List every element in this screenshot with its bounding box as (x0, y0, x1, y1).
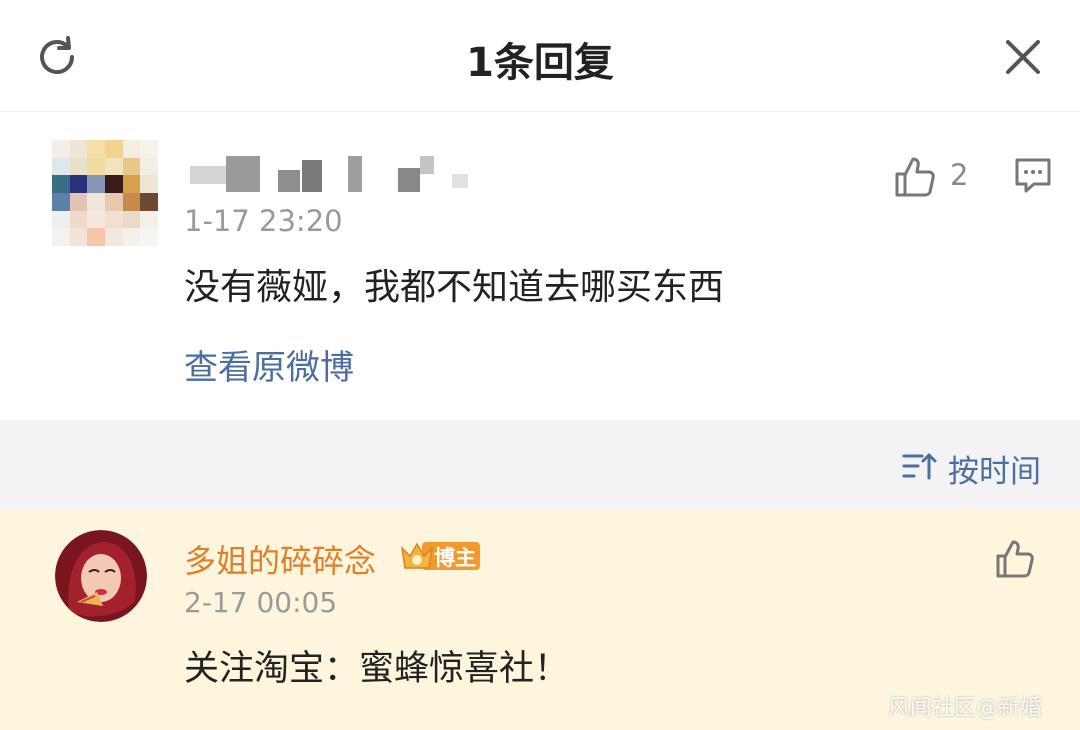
comment-timestamp: 1-17 23:20 (184, 204, 343, 238)
watermark: 风闻社区@新婚 (888, 696, 1043, 721)
comment-icon[interactable] (1012, 154, 1054, 196)
comment-text: 没有薇娅，我都不知道去哪买东西 (184, 267, 725, 308)
view-original-link[interactable]: 查看原微博 (184, 340, 354, 389)
sort-bar: 按时间 (0, 420, 1080, 510)
thumbs-up-icon[interactable] (994, 538, 1036, 580)
reply-timestamp: 2-17 00:05 (184, 586, 338, 619)
like-count: 2 (950, 158, 969, 192)
original-comment: 2 1-17 23:20 没有薇娅，我都不知道去哪买东西 查看原微博 (0, 112, 1080, 420)
blurred-username[interactable] (190, 156, 490, 192)
dialog-title: 1条回复 (466, 40, 614, 86)
reply-text: 关注淘宝：蜜蜂惊喜社！ (184, 649, 570, 689)
reply-username[interactable]: 多姐的碎碎念 (184, 536, 376, 582)
sort-by-time-button[interactable]: 按时间 (948, 446, 1041, 491)
dialog-header: 1条回复 (0, 0, 1080, 112)
close-icon[interactable] (1000, 34, 1046, 80)
thumbs-up-icon[interactable] (892, 154, 938, 200)
sort-icon[interactable] (902, 450, 938, 482)
blogger-badge-label: 博主 (434, 546, 476, 570)
avatar[interactable] (52, 140, 158, 246)
avatar[interactable] (55, 530, 147, 622)
